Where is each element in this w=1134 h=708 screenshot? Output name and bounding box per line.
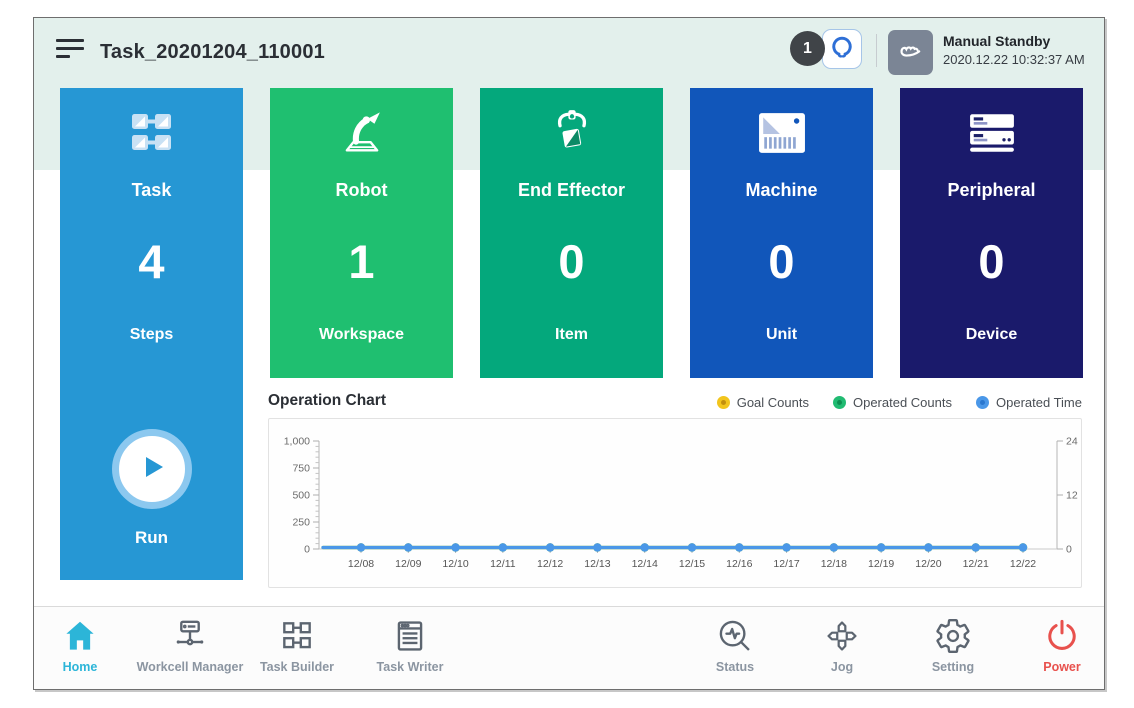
tool-button[interactable] [822, 29, 862, 69]
card-end-effector[interactable]: End Effector 0 Item [480, 88, 663, 378]
gripper-rotate-icon [829, 34, 855, 65]
app-window: Task_20201204_110001 1 Manual Standby 20… [33, 17, 1105, 690]
svg-text:0: 0 [1066, 544, 1072, 556]
card-value: 1 [270, 234, 453, 289]
card-robot[interactable]: Robot 1 Workspace [270, 88, 453, 378]
svg-text:12/14: 12/14 [632, 558, 658, 570]
task-steps-icon [60, 102, 243, 164]
svg-text:12/21: 12/21 [963, 558, 989, 570]
card-unit: Steps [60, 326, 243, 344]
mode-label: Manual Standby [943, 33, 1085, 49]
task-title: Task_20201204_110001 [100, 41, 325, 64]
timestamp: 2020.12.22 10:32:37 AM [943, 52, 1085, 67]
gripper-icon [480, 102, 663, 164]
bottom-nav: Home Workcell Manager [34, 606, 1104, 689]
notification-badge: 1 [790, 31, 825, 66]
svg-text:12/16: 12/16 [726, 558, 752, 570]
svg-text:12/11: 12/11 [490, 558, 516, 570]
card-peripheral[interactable]: Peripheral 0 Device [900, 88, 1083, 378]
card-label: Machine [690, 180, 873, 201]
card-unit: Workspace [270, 326, 453, 344]
chart-legend: Goal Counts Operated Counts Operated Time [268, 395, 1082, 410]
svg-text:12/19: 12/19 [868, 558, 894, 570]
card-label: Task [60, 180, 243, 201]
robot-arm-icon [270, 102, 453, 164]
task-writer-icon [340, 615, 480, 657]
nav-power[interactable]: Power [992, 615, 1105, 674]
operation-chart-panel: 0 250 500 750 1,000 0 12 24 12/08 12/09 12/10 12/11… [268, 418, 1082, 588]
card-task[interactable]: Task 4 Steps Run [60, 88, 243, 580]
menu-icon[interactable] [56, 39, 84, 62]
mode-indicator[interactable] [888, 30, 933, 75]
operation-chart: 0 250 500 750 1,000 0 12 24 12/08 12/09 12/10 12/11… [269, 419, 1081, 587]
svg-text:0: 0 [304, 544, 310, 556]
svg-text:500: 500 [292, 490, 310, 502]
card-unit: Item [480, 326, 663, 344]
svg-text:12/22: 12/22 [1010, 558, 1036, 570]
card-unit: Device [900, 326, 1083, 344]
svg-text:12/08: 12/08 [348, 558, 374, 570]
svg-text:250: 250 [292, 517, 310, 529]
svg-text:12/12: 12/12 [537, 558, 563, 570]
machine-icon [690, 102, 873, 164]
legend-item: Operated Time [976, 395, 1082, 410]
svg-text:1,000: 1,000 [284, 436, 310, 448]
card-value: 0 [480, 234, 663, 289]
power-icon [992, 615, 1105, 657]
svg-text:12/18: 12/18 [821, 558, 847, 570]
play-icon [135, 450, 169, 489]
card-value: 4 [60, 234, 243, 289]
legend-dot [833, 396, 846, 409]
svg-text:12/15: 12/15 [679, 558, 705, 570]
svg-text:24: 24 [1066, 436, 1078, 448]
card-label: End Effector [480, 180, 663, 201]
svg-text:750: 750 [292, 463, 310, 475]
card-unit: Unit [690, 326, 873, 344]
svg-text:12/10: 12/10 [442, 558, 468, 570]
card-value: 0 [690, 234, 873, 289]
svg-text:12/17: 12/17 [773, 558, 799, 570]
header-divider [876, 34, 877, 67]
svg-text:12: 12 [1066, 490, 1078, 502]
run-button[interactable] [112, 429, 192, 509]
card-machine[interactable]: Machine 0 Unit [690, 88, 873, 378]
card-value: 0 [900, 234, 1083, 289]
legend-dot [976, 396, 989, 409]
legend-dot [717, 396, 730, 409]
manual-hand-icon [896, 35, 926, 70]
card-label: Robot [270, 180, 453, 201]
svg-text:12/13: 12/13 [584, 558, 610, 570]
legend-item: Goal Counts [717, 395, 809, 410]
peripheral-icon [900, 102, 1083, 164]
card-label: Peripheral [900, 180, 1083, 201]
svg-text:12/20: 12/20 [915, 558, 941, 570]
legend-item: Operated Counts [833, 395, 952, 410]
svg-text:12/09: 12/09 [395, 558, 421, 570]
nav-task-writer[interactable]: Task Writer [340, 615, 480, 674]
run-label: Run [60, 528, 243, 548]
robot-mode-status: Manual Standby 2020.12.22 10:32:37 AM [943, 33, 1085, 67]
